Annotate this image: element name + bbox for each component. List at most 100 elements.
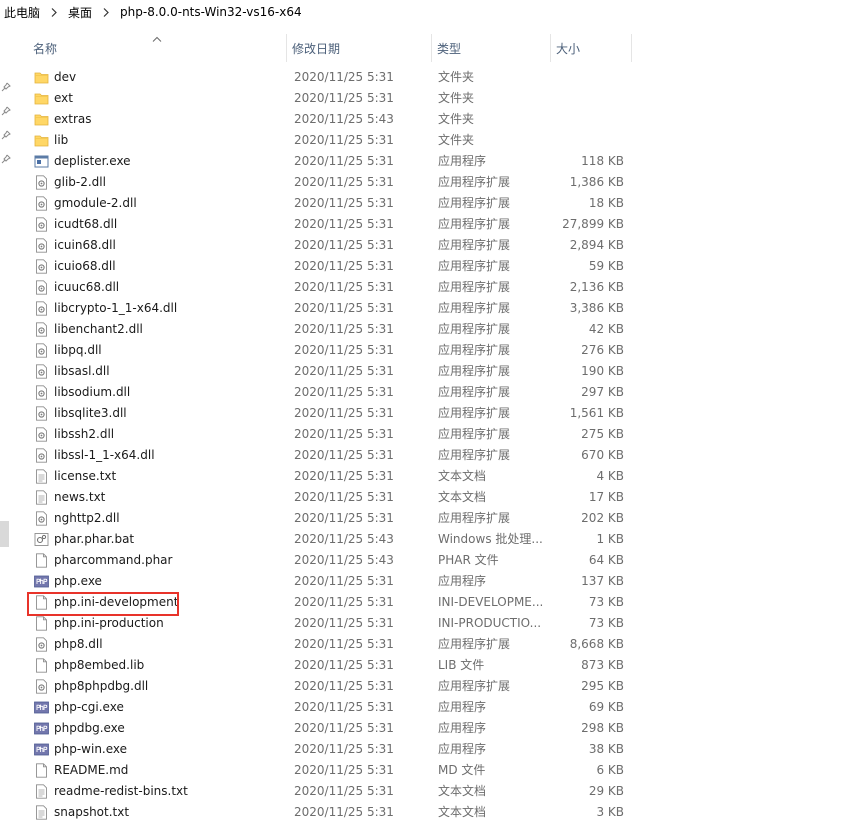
file-date-modified: 2020/11/25 5:31: [294, 805, 394, 819]
file-row[interactable]: gmodule-2.dll 2020/11/25 5:31 应用程序扩展 18 KB: [28, 193, 632, 214]
pin-icon[interactable]: [1, 129, 11, 140]
file-row[interactable]: phpdbg.exe 2020/11/25 5:31 应用程序 298 KB: [28, 718, 632, 739]
exe-icon: [34, 154, 49, 169]
file-size: 276 KB: [581, 343, 624, 357]
file-row[interactable]: php.ini-development 2020/11/25 5:31 INI-DE…: [28, 592, 632, 613]
file-size: 73 KB: [588, 595, 624, 609]
file-row[interactable]: news.txt 2020/11/25 5:31 文本文档 17 KB: [28, 487, 632, 508]
file-type: INI-DEVELOPME...: [438, 595, 544, 609]
breadcrumb-current-folder[interactable]: php-8.0.0-nts-Win32-vs16-x64: [120, 5, 302, 19]
file-row[interactable]: libsodium.dll 2020/11/25 5:31 应用程序扩展 297 KB: [28, 382, 632, 403]
file-row[interactable]: libssh2.dll 2020/11/25 5:31 应用程序扩展 275 KB: [28, 424, 632, 445]
file-row[interactable]: php-win.exe 2020/11/25 5:31 应用程序 38 KB: [28, 739, 632, 760]
file-row[interactable]: ext 2020/11/25 5:31 文件夹: [28, 88, 632, 109]
file-size: 137 KB: [581, 574, 624, 588]
blank-file-icon: [34, 595, 49, 610]
file-name: php8.dll: [54, 637, 103, 651]
file-size: 18 KB: [588, 196, 624, 210]
dll-icon: [34, 427, 49, 442]
file-size: 275 KB: [581, 427, 624, 441]
file-date-modified: 2020/11/25 5:43: [294, 532, 394, 546]
file-name: php.ini-development: [54, 595, 179, 609]
file-date-modified: 2020/11/25 5:31: [294, 133, 394, 147]
column-header-size[interactable]: 大小: [551, 34, 632, 62]
file-size: 4 KB: [596, 469, 624, 483]
file-name: libssh2.dll: [54, 427, 115, 441]
file-row[interactable]: nghttp2.dll 2020/11/25 5:31 应用程序扩展 202 KB: [28, 508, 632, 529]
file-type: LIB 文件: [438, 658, 485, 672]
file-row[interactable]: libpq.dll 2020/11/25 5:31 应用程序扩展 276 KB: [28, 340, 632, 361]
file-row[interactable]: php.exe 2020/11/25 5:31 应用程序 137 KB: [28, 571, 632, 592]
dll-icon: [34, 343, 49, 358]
file-type: 应用程序: [438, 154, 487, 168]
file-size: 1 KB: [596, 532, 624, 546]
blank-file-icon: [34, 763, 49, 778]
file-date-modified: 2020/11/25 5:31: [294, 385, 394, 399]
file-row[interactable]: icuuc68.dll 2020/11/25 5:31 应用程序扩展 2,136 KB: [28, 277, 632, 298]
file-name: libcrypto-1_1-x64.dll: [54, 301, 178, 315]
breadcrumb-desktop[interactable]: 桌面: [68, 4, 92, 21]
file-date-modified: 2020/11/25 5:31: [294, 511, 394, 525]
file-row[interactable]: libenchant2.dll 2020/11/25 5:31 应用程序扩展 42 K…: [28, 319, 632, 340]
file-size: 59 KB: [588, 259, 624, 273]
file-type: 应用程序: [438, 742, 487, 756]
pin-icon[interactable]: [1, 153, 11, 164]
file-row[interactable]: glib-2.dll 2020/11/25 5:31 应用程序扩展 1,386 KB: [28, 172, 632, 193]
file-name: icuuc68.dll: [54, 280, 120, 294]
php-icon: [34, 700, 49, 715]
file-size: 8,668 KB: [569, 637, 624, 651]
file-date-modified: 2020/11/25 5:31: [294, 784, 394, 798]
file-row[interactable]: icudt68.dll 2020/11/25 5:31 应用程序扩展 27,899 K…: [28, 214, 632, 235]
file-row[interactable]: libsqlite3.dll 2020/11/25 5:31 应用程序扩展 1,561…: [28, 403, 632, 424]
chevron-right-icon[interactable]: [101, 7, 111, 17]
file-size: 6 KB: [596, 763, 624, 777]
file-row[interactable]: README.md 2020/11/25 5:31 MD 文件 6 KB: [28, 760, 632, 781]
dll-icon: [34, 217, 49, 232]
file-row[interactable]: php-cgi.exe 2020/11/25 5:31 应用程序 69 KB: [28, 697, 632, 718]
file-date-modified: 2020/11/25 5:31: [294, 427, 394, 441]
file-row[interactable]: phar.phar.bat 2020/11/25 5:43 Windows 批处理.…: [28, 529, 632, 550]
file-row[interactable]: lib 2020/11/25 5:31 文件夹: [28, 130, 632, 151]
file-row[interactable]: libsasl.dll 2020/11/25 5:31 应用程序扩展 190 KB: [28, 361, 632, 382]
file-date-modified: 2020/11/25 5:31: [294, 259, 394, 273]
file-size: [551, 109, 624, 130]
file-row[interactable]: pharcommand.phar 2020/11/25 5:43 PHAR 文件 64…: [28, 550, 632, 571]
column-header-type[interactable]: 类型: [432, 34, 551, 62]
pin-icon[interactable]: [1, 105, 11, 116]
file-row[interactable]: license.txt 2020/11/25 5:31 文本文档 4 KB: [28, 466, 632, 487]
file-row[interactable]: snapshot.txt 2020/11/25 5:31 文本文档 3 KB: [28, 802, 632, 823]
column-header-name[interactable]: 名称: [28, 34, 287, 62]
chevron-right-icon[interactable]: [49, 7, 59, 17]
file-date-modified: 2020/11/25 5:31: [294, 343, 394, 357]
file-row[interactable]: icuio68.dll 2020/11/25 5:31 应用程序扩展 59 KB: [28, 256, 632, 277]
file-name: php-cgi.exe: [54, 700, 124, 714]
file-type: 文件夹: [438, 91, 475, 105]
file-date-modified: 2020/11/25 5:31: [294, 595, 394, 609]
file-name: dev: [54, 70, 77, 84]
file-name: extras: [54, 112, 92, 126]
file-row[interactable]: extras 2020/11/25 5:43 文件夹: [28, 109, 632, 130]
file-row[interactable]: php.ini-production 2020/11/25 5:31 INI-PRO…: [28, 613, 632, 634]
file-type: Windows 批处理...: [438, 532, 543, 546]
file-size: [551, 88, 624, 109]
dll-icon: [34, 511, 49, 526]
file-type: 应用程序扩展: [438, 679, 511, 693]
file-row[interactable]: icuin68.dll 2020/11/25 5:31 应用程序扩展 2,894 KB: [28, 235, 632, 256]
file-row[interactable]: deplister.exe 2020/11/25 5:31 应用程序 118 KB: [28, 151, 632, 172]
breadcrumb-this-pc[interactable]: 此电脑: [4, 4, 40, 21]
file-row[interactable]: libcrypto-1_1-x64.dll 2020/11/25 5:31 应用程序…: [28, 298, 632, 319]
navigation-pane-scrollbar[interactable]: [0, 521, 9, 547]
file-type: 应用程序扩展: [438, 196, 511, 210]
file-row[interactable]: php8.dll 2020/11/25 5:31 应用程序扩展 8,668 KB: [28, 634, 632, 655]
file-name: pharcommand.phar: [54, 553, 173, 567]
file-row[interactable]: readme-redist-bins.txt 2020/11/25 5:31 文本文…: [28, 781, 632, 802]
file-type: MD 文件: [438, 763, 486, 777]
file-type: PHAR 文件: [438, 553, 499, 567]
column-header-date-modified[interactable]: 修改日期: [287, 34, 432, 62]
pin-icon[interactable]: [1, 81, 11, 92]
file-row[interactable]: dev 2020/11/25 5:31 文件夹: [28, 67, 632, 88]
file-row[interactable]: php8phpdbg.dll 2020/11/25 5:31 应用程序扩展 295 K…: [28, 676, 632, 697]
file-row[interactable]: php8embed.lib 2020/11/25 5:31 LIB 文件 873 KB: [28, 655, 632, 676]
file-row[interactable]: libssl-1_1-x64.dll 2020/11/25 5:31 应用程序扩展 6…: [28, 445, 632, 466]
blank-file-icon: [34, 553, 49, 568]
